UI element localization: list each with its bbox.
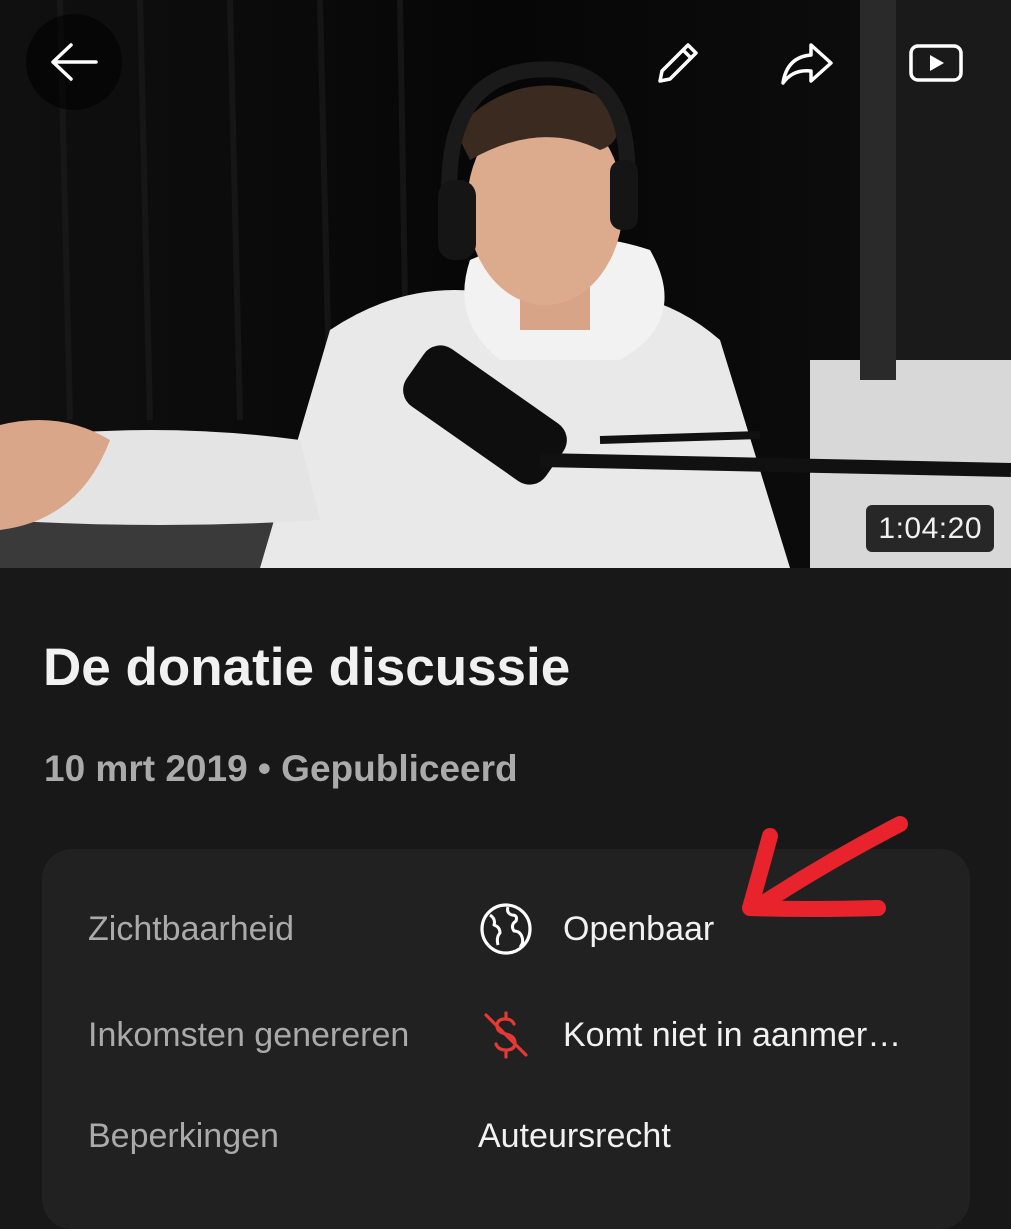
video-title: De donatie discussie <box>43 638 571 697</box>
globe-icon <box>476 899 536 959</box>
no-monetization-icon <box>476 1005 536 1065</box>
youtube-play-icon <box>909 44 963 82</box>
arrow-left-icon <box>51 43 98 81</box>
pencil-icon <box>658 43 698 83</box>
monetization-row[interactable]: Inkomsten genereren Komt niet in aanmer… <box>42 1000 970 1070</box>
back-button[interactable] <box>26 14 122 110</box>
youtube-button[interactable] <box>893 20 979 106</box>
share-arrow-icon <box>781 43 833 85</box>
share-button[interactable] <box>764 20 850 106</box>
restrictions-label: Beperkingen <box>88 1117 279 1155</box>
restrictions-row[interactable]: Beperkingen Auteursrecht <box>42 1101 970 1171</box>
visibility-row[interactable]: Zichtbaarheid Openbaar <box>42 894 970 964</box>
publish-meta: 10 mrt 2019 • Gepubliceerd <box>44 748 518 789</box>
visibility-label: Zichtbaarheid <box>88 910 295 948</box>
restrictions-value: Auteursrecht <box>478 1117 671 1155</box>
video-thumbnail[interactable]: 1:04:20 <box>0 0 1011 568</box>
monetization-value: Komt niet in aanmer… <box>563 1016 902 1054</box>
edit-button[interactable] <box>635 20 721 106</box>
video-settings-card: Zichtbaarheid Openbaar Inkomsten generer… <box>42 849 970 1229</box>
visibility-value: Openbaar <box>563 910 715 948</box>
video-frame-image <box>0 0 1011 568</box>
monetization-label: Inkomsten genereren <box>88 1016 410 1054</box>
duration-badge: 1:04:20 <box>866 505 994 552</box>
